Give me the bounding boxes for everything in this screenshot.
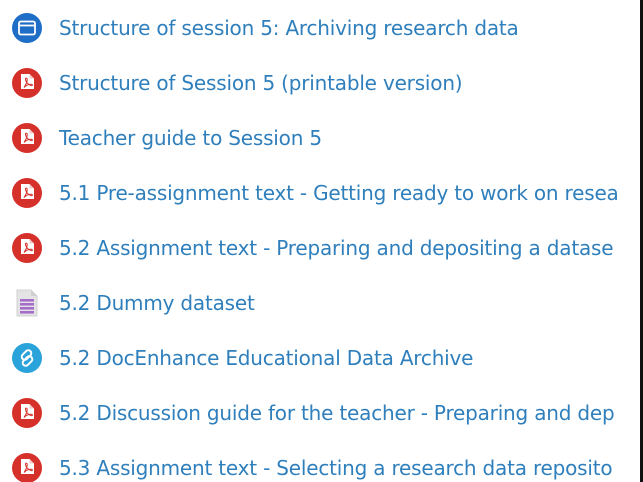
file-icon <box>11 287 43 319</box>
activity-link[interactable]: 5.3 Assignment text - Selecting a resear… <box>59 458 613 478</box>
activity-row-structure-session5[interactable]: Structure of session 5: Archiving resear… <box>11 8 640 48</box>
activity-link[interactable]: 5.2 Discussion guide for the teacher - P… <box>59 403 615 423</box>
pdf-icon <box>11 67 43 99</box>
pdf-icon <box>11 232 43 264</box>
url-icon <box>11 342 43 374</box>
page-icon <box>11 12 43 44</box>
activity-row-assignment-dataset[interactable]: 5.2 Assignment text - Preparing and depo… <box>11 228 640 268</box>
pdf-icon <box>11 397 43 429</box>
pdf-icon <box>11 177 43 209</box>
activity-row-structure-printable[interactable]: Structure of Session 5 (printable versio… <box>11 63 640 103</box>
activity-list-panel: Structure of session 5: Archiving resear… <box>0 0 643 482</box>
activity-link[interactable]: Structure of Session 5 (printable versio… <box>59 73 463 93</box>
pdf-icon <box>11 122 43 154</box>
activity-row-discussion-guide[interactable]: 5.2 Discussion guide for the teacher - P… <box>11 393 640 433</box>
activity-link[interactable]: 5.1 Pre-assignment text - Getting ready … <box>59 183 619 203</box>
activity-link[interactable]: 5.2 Assignment text - Preparing and depo… <box>59 238 614 258</box>
activity-row-docenhance-archive[interactable]: 5.2 DocEnhance Educational Data Archive <box>11 338 640 378</box>
activity-link[interactable]: 5.2 Dummy dataset <box>59 293 255 313</box>
activity-link[interactable]: Teacher guide to Session 5 <box>59 128 322 148</box>
activity-link[interactable]: Structure of session 5: Archiving resear… <box>59 18 519 38</box>
pdf-icon <box>11 452 43 482</box>
activity-link[interactable]: 5.2 DocEnhance Educational Data Archive <box>59 348 473 368</box>
activity-row-selecting-repository[interactable]: 5.3 Assignment text - Selecting a resear… <box>11 448 640 482</box>
activity-row-teacher-guide[interactable]: Teacher guide to Session 5 <box>11 118 640 158</box>
activity-row-dummy-dataset[interactable]: 5.2 Dummy dataset <box>11 283 640 323</box>
activity-row-pre-assignment[interactable]: 5.1 Pre-assignment text - Getting ready … <box>11 173 640 213</box>
